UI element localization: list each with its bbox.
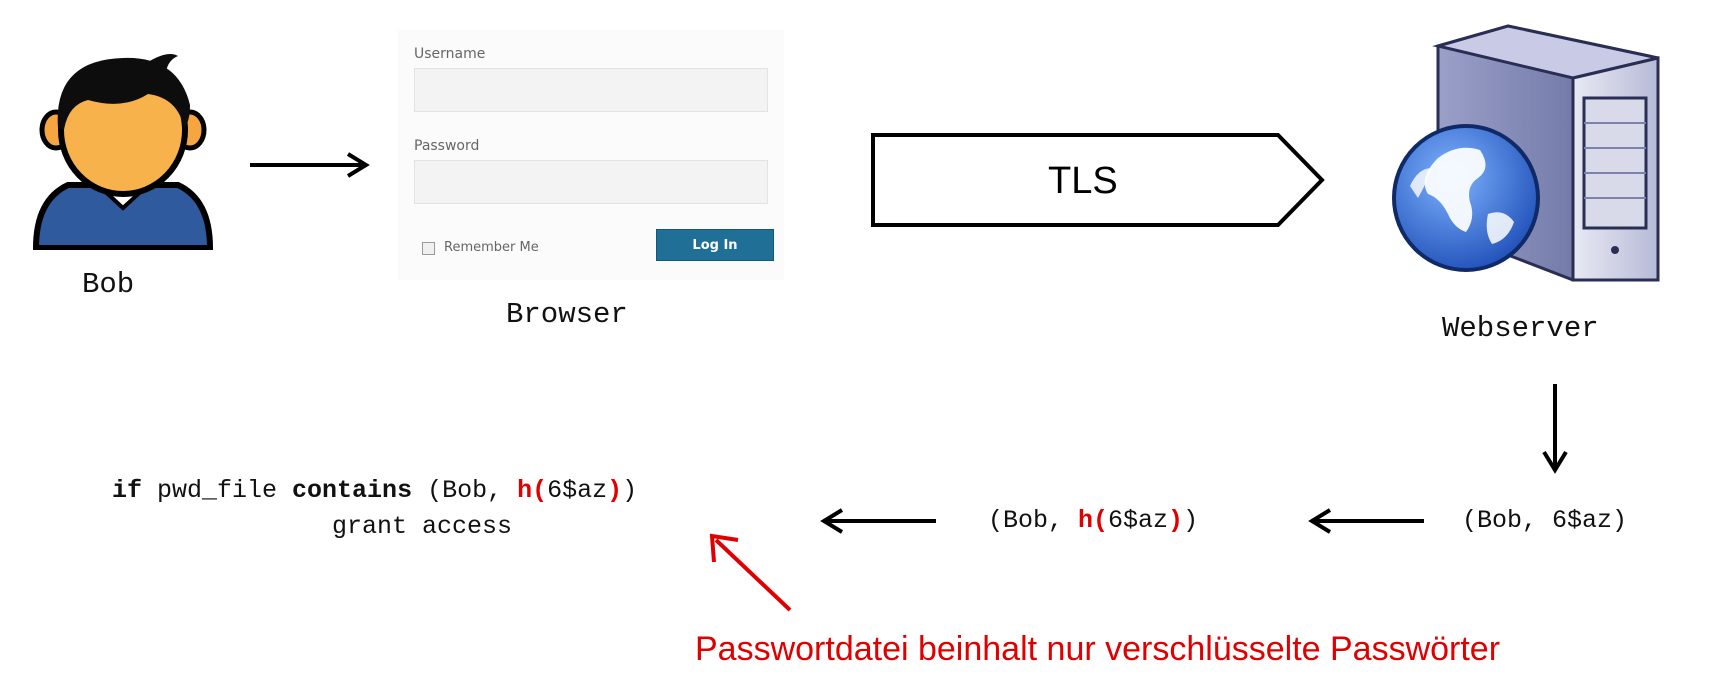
login-button[interactable]: Log In xyxy=(656,229,774,261)
hash-argument: 6$az xyxy=(1108,506,1169,535)
remember-me-label: Remember Me xyxy=(444,240,539,255)
password-input[interactable] xyxy=(414,160,768,204)
remember-me-checkbox[interactable] xyxy=(422,242,435,255)
login-form: Username Password Remember Me Log In xyxy=(398,30,784,280)
arrow-bob-to-browser xyxy=(250,152,370,178)
password-file-note: Passwortdatei beinhalt nur verschlüsselt… xyxy=(695,630,1501,668)
grant-access-line: grant access xyxy=(332,512,513,541)
tls-label: TLS xyxy=(1048,160,1118,202)
webserver-label: Webserver xyxy=(1442,312,1599,345)
submitted-password: 6$az xyxy=(1552,506,1613,535)
hash-close: ) xyxy=(1168,506,1184,535)
check-hash-function: h( xyxy=(517,476,548,505)
hashed-open: (Bob, xyxy=(988,506,1079,535)
arrow-webserver-down xyxy=(1542,384,1568,474)
bob-label: Bob xyxy=(82,268,135,301)
hashed-credentials: (Bob, h(6$az)) xyxy=(988,508,1198,533)
password-label: Password xyxy=(414,138,480,154)
submitted-credentials: (Bob, 6$az) xyxy=(1462,508,1627,533)
check-hash-close: ) xyxy=(607,476,623,505)
check-tuple-open: (Bob, xyxy=(412,476,518,505)
submitted-open: (Bob, xyxy=(1462,506,1553,535)
web-server-icon xyxy=(1392,24,1660,282)
check-tuple-close: ) xyxy=(622,476,638,505)
arrow-to-check xyxy=(820,508,936,534)
hashed-close: ) xyxy=(1183,506,1199,535)
browser-label: Browser xyxy=(506,298,628,331)
submitted-close: ) xyxy=(1612,506,1628,535)
user-icon xyxy=(32,54,214,250)
globe-icon xyxy=(1392,124,1540,272)
hash-function: h( xyxy=(1078,506,1109,535)
username-input[interactable] xyxy=(414,68,768,112)
check-hash-argument: 6$az xyxy=(547,476,608,505)
check-subject: pwd_file xyxy=(142,476,293,505)
annotation-arrow xyxy=(709,533,792,612)
arrow-to-hashed xyxy=(1308,508,1424,534)
keyword-if: if xyxy=(112,476,143,505)
username-label: Username xyxy=(414,46,486,62)
password-check-line: if pwd_file contains (Bob, h(6$az)) xyxy=(112,478,637,503)
keyword-contains: contains xyxy=(292,476,413,505)
